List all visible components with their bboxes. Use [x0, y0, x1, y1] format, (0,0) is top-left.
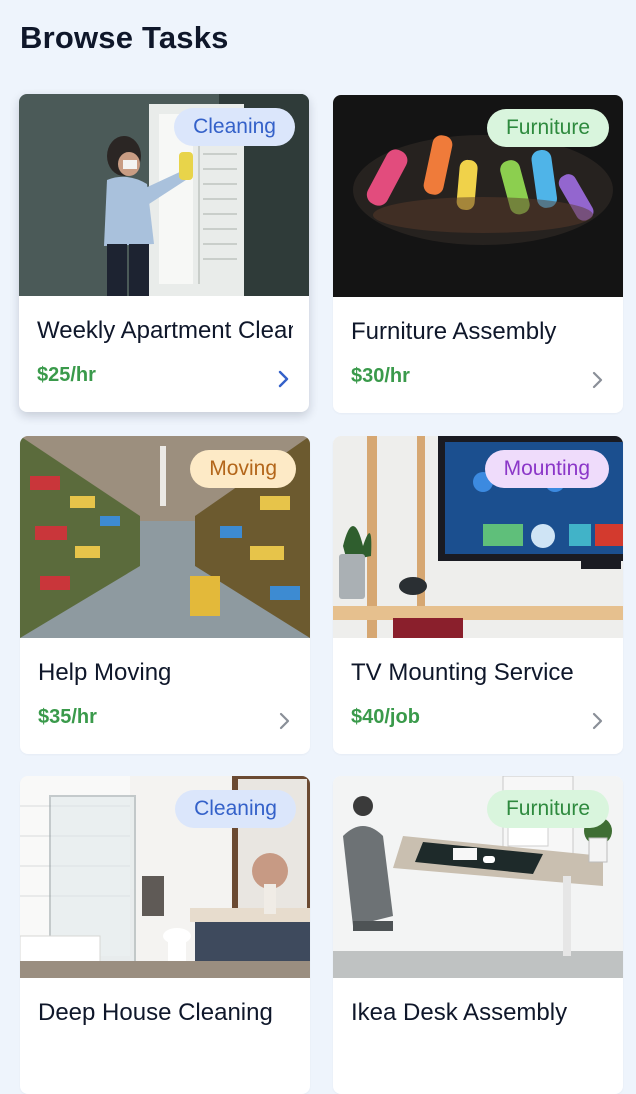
- page-title: Browse Tasks: [20, 20, 229, 55]
- task-image-colored-chalk: Furniture: [333, 95, 623, 297]
- category-badge: Furniture: [486, 109, 609, 147]
- task-title: Weekly Apartment Cleaning: [37, 317, 293, 344]
- task-title: Deep House Cleaning: [38, 999, 273, 1026]
- task-price: $35/hr: [38, 706, 97, 728]
- category-badge: Cleaning: [174, 108, 295, 146]
- category-badge: Mounting: [484, 450, 609, 488]
- task-title: Ikea Desk Assembly: [351, 999, 568, 1026]
- task-image-person-cleaning-window: Cleaning: [19, 94, 309, 296]
- chevron-right-icon[interactable]: [274, 710, 296, 732]
- category-badge: Furniture: [486, 790, 609, 828]
- task-price: $40/job: [351, 706, 420, 728]
- task-card-deep-house-cleaning[interactable]: Cleaning Deep House Cleaning: [20, 776, 310, 1094]
- task-title: Help Moving: [38, 659, 172, 686]
- chevron-right-icon[interactable]: [587, 710, 609, 732]
- task-image-grocery-aisle: Moving: [20, 436, 310, 638]
- chevron-right-icon[interactable]: [273, 368, 295, 390]
- chevron-right-icon[interactable]: [587, 369, 609, 391]
- task-title: TV Mounting Service: [351, 659, 574, 686]
- category-badge: Moving: [190, 450, 296, 488]
- task-price: $30/hr: [351, 365, 410, 387]
- task-card-weekly-apartment-cleaning[interactable]: Cleaning Weekly Apartment Cleaning $25/h…: [19, 94, 309, 412]
- task-image-mounted-tv: Mounting: [333, 436, 623, 638]
- task-title: Furniture Assembly: [351, 318, 557, 345]
- task-card-ikea-desk-assembly[interactable]: Furniture Ikea Desk Assembly: [333, 776, 623, 1094]
- task-card-furniture-assembly[interactable]: Furniture Furniture Assembly $30/hr: [333, 95, 623, 413]
- task-image-office-desk: Furniture: [333, 776, 623, 978]
- task-card-help-moving[interactable]: Moving Help Moving $35/hr: [20, 436, 310, 754]
- category-badge: Cleaning: [175, 790, 296, 828]
- task-card-tv-mounting-service[interactable]: Mounting TV Mounting Service $40/job: [333, 436, 623, 754]
- task-image-bathroom: Cleaning: [20, 776, 310, 978]
- task-price: $25/hr: [37, 364, 96, 386]
